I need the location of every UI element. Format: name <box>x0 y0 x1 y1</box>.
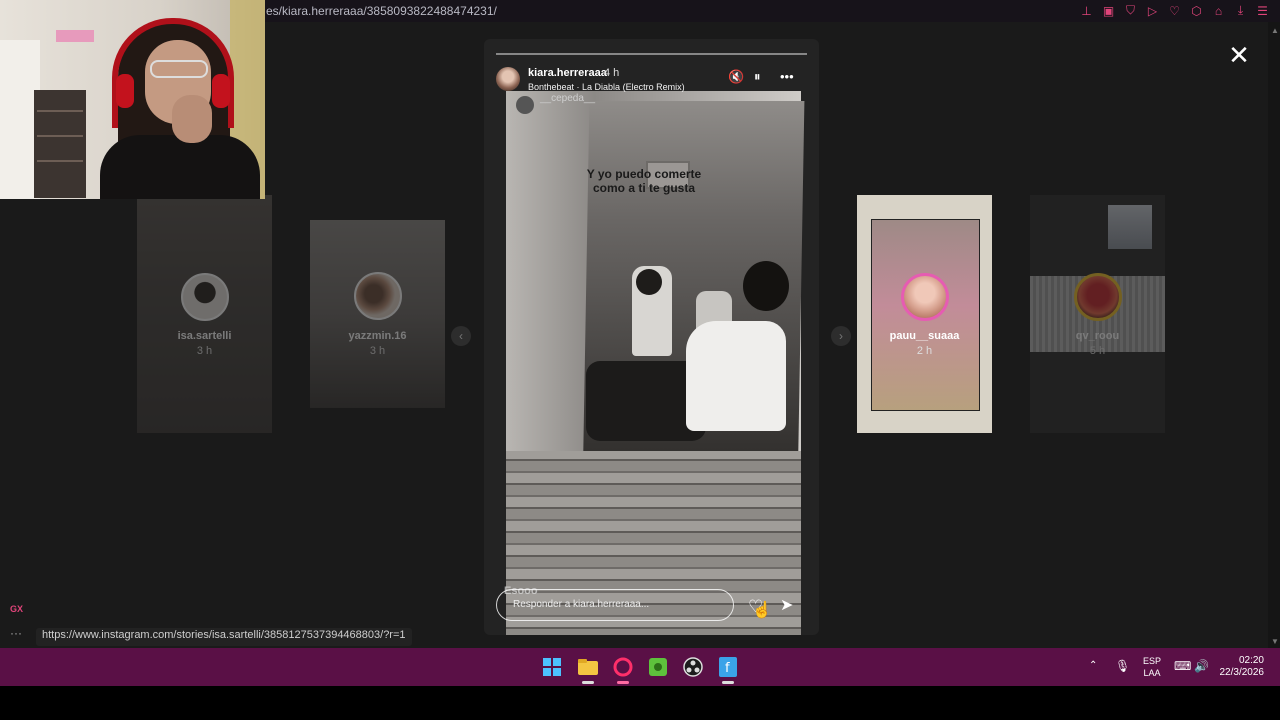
story-header: kiara.herreraaa 4 h Bonthebeat · La Diab… <box>484 61 819 114</box>
address-bar-url[interactable]: es/kiara.herreraaa/3858093822488474231/ <box>266 4 497 18</box>
scroll-down-icon[interactable]: ▼ <box>1271 637 1279 646</box>
shield-icon[interactable]: ⛉ <box>1123 3 1138 18</box>
keyboard-layout: LAA <box>1143 668 1161 678</box>
obs-icon[interactable] <box>682 656 704 678</box>
pause-icon[interactable]: ⏸ <box>754 69 761 85</box>
thumbnail-time: 3 h <box>196 345 213 357</box>
webcam-overlay <box>0 0 265 199</box>
gx-icon[interactable]: GX <box>10 604 23 614</box>
clock-time: 02:20 <box>1238 655 1264 666</box>
webcam-pink-box <box>56 30 94 42</box>
thumbnail-time: 5 h <box>1089 345 1106 357</box>
browser-window: es/kiara.herreraaa/3858093822488474231/ … <box>0 0 1280 648</box>
system-clock[interactable]: 02:20 22/3/2026 <box>1218 655 1265 679</box>
headset-ear-left <box>116 74 134 108</box>
more-icon[interactable]: ··· <box>10 626 22 640</box>
headset-ear-right <box>212 74 230 108</box>
language-indicator[interactable]: ESP LAA <box>1142 655 1162 679</box>
active-app-indicator <box>582 681 594 684</box>
scroll-up-icon[interactable]: ▲ <box>1271 26 1279 35</box>
webcam-shelf <box>34 90 86 198</box>
photo-person-head <box>743 261 789 311</box>
facebook-app-icon[interactable]: f <box>717 656 739 678</box>
webcam-person-body <box>100 135 260 199</box>
hand-cursor-icon: ☝ <box>752 602 772 619</box>
pin-icon[interactable]: ⊥ <box>1079 3 1094 18</box>
browser-toolbar-icons: ⊥ ▣ ⛉ ▷ ♡ ⬡ ⌂ ⤓ ☰ <box>1079 3 1270 18</box>
thumbnail-username: yazzmin.16 <box>348 330 407 342</box>
avatar <box>1074 273 1122 321</box>
next-story-button[interactable]: › <box>831 326 851 346</box>
story-username[interactable]: kiara.herreraaa <box>528 67 607 79</box>
thumbnail-time: 3 h <box>369 345 386 357</box>
more-options-icon[interactable]: ••• <box>780 69 794 84</box>
story-thumbnail[interactable]: pauu__suaaa 2 h <box>857 195 992 433</box>
mention-icon <box>516 96 534 114</box>
story-music[interactable]: Bonthebeat · La Diabla (Electro Remix) <box>528 82 685 92</box>
story-thumbnail[interactable]: isa.sartelli 3 h <box>137 195 272 433</box>
active-app-indicator <box>617 681 629 684</box>
story-progress-bar <box>496 53 807 55</box>
thumbnail-username: isa.sartelli <box>177 330 232 342</box>
clock-date: 22/3/2026 <box>1219 667 1265 678</box>
download-icon[interactable]: ⤓ <box>1233 3 1248 18</box>
story-viewer[interactable]: kiara.herreraaa 4 h Bonthebeat · La Diab… <box>484 39 819 635</box>
svg-text:f: f <box>725 661 730 676</box>
language-code: ESP <box>1142 656 1161 666</box>
game-app-icon[interactable] <box>647 656 669 678</box>
story-mention[interactable]: __cepeda__ <box>540 93 595 104</box>
story-thumbnail-image <box>1108 205 1152 249</box>
heart-bookmark-icon[interactable]: ♡ <box>1167 3 1182 18</box>
snapshot-icon[interactable]: ▣ <box>1101 3 1116 18</box>
story-time: 4 h <box>604 67 620 79</box>
profile-icon[interactable]: ⌂ <box>1211 3 1226 18</box>
reply-placeholder: Responder a kiara.herreraaa... <box>513 599 650 610</box>
active-app-indicator <box>722 681 734 684</box>
mute-icon[interactable]: 🔇 <box>728 69 744 85</box>
avatar <box>354 272 402 320</box>
send-icon[interactable]: ➤ <box>780 595 793 615</box>
story-caption: Y yo puedo comerte como a ti te gusta <box>586 167 702 195</box>
file-explorer-icon[interactable] <box>577 656 599 678</box>
avatar <box>901 273 949 321</box>
avatar <box>181 273 229 321</box>
story-thumbnail[interactable]: yazzmin.16 3 h <box>310 220 445 408</box>
close-button[interactable]: ✕ <box>1228 42 1250 68</box>
reply-input[interactable]: Responder a kiara.herreraaa... <box>496 589 734 621</box>
link-status-bar: https://www.instagram.com/stories/isa.sa… <box>36 628 412 646</box>
story-thumbnail[interactable]: qv_roou 5 h <box>1030 195 1165 433</box>
windows-taskbar: f ⌃ 🎙 ESP LAA ⌨ 🔊 02:20 22/3/2026 <box>0 648 1280 686</box>
thumbnail-time: 2 h <box>916 345 933 357</box>
browser-side-rail: GX ··· <box>0 600 32 648</box>
play-icon[interactable]: ▷ <box>1145 3 1160 18</box>
photo-person-head <box>636 269 662 295</box>
menu-icon[interactable]: ☰ <box>1255 3 1270 18</box>
screen-bottom-border <box>0 686 1280 720</box>
page-scrollbar[interactable]: ▲ ▼ <box>1268 22 1280 648</box>
extensions-icon[interactable]: ⬡ <box>1189 3 1204 18</box>
thumbnail-username: qv_roou <box>1075 330 1120 342</box>
avatar[interactable] <box>496 67 520 91</box>
previous-story-button[interactable]: ‹ <box>451 326 471 346</box>
opera-gx-icon[interactable] <box>612 656 634 678</box>
photo-person <box>686 321 786 431</box>
thumbnail-username: pauu__suaaa <box>889 330 960 342</box>
windows-start-icon[interactable] <box>541 656 563 678</box>
headset-icon <box>112 18 234 128</box>
